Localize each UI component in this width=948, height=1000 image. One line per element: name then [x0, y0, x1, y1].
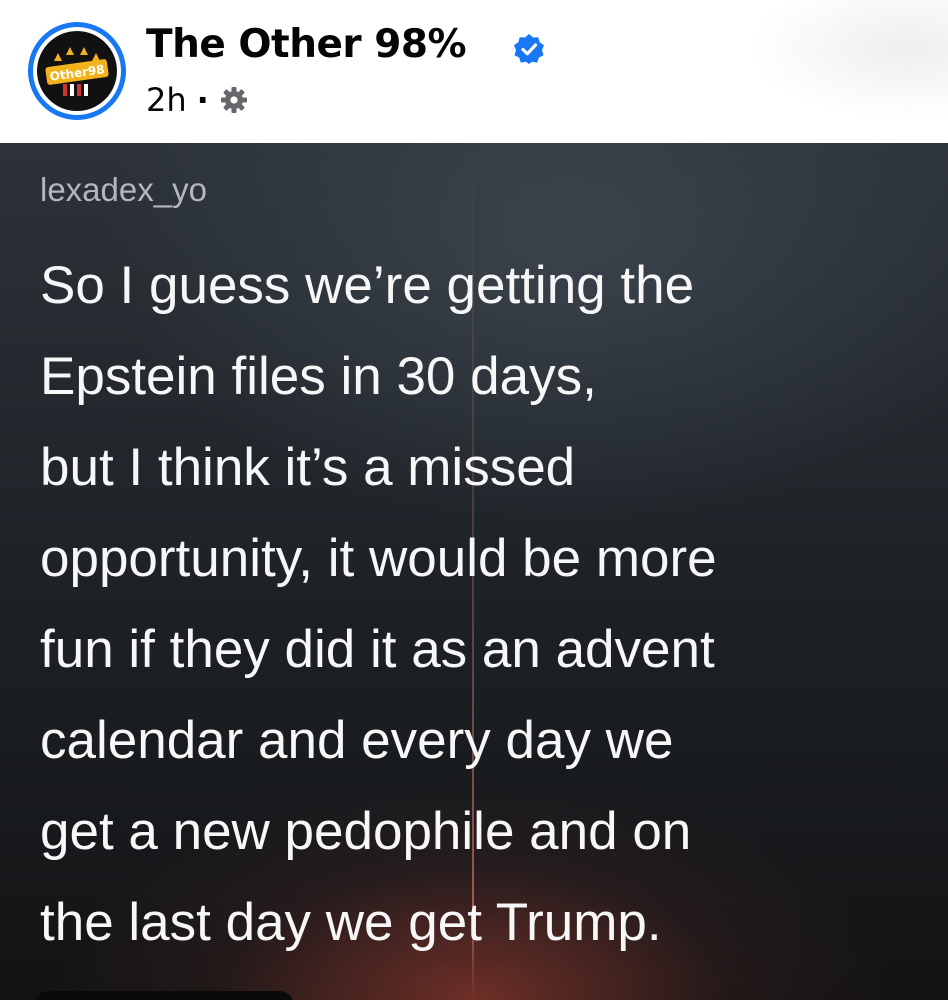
post-image[interactable]: lexadex_yo So I guess we’re getting the … — [0, 143, 948, 1000]
page-avatar[interactable]: Other98 — [28, 22, 126, 120]
quoted-username: lexadex_yo — [40, 171, 207, 208]
avatar-ring: Other98 — [33, 27, 121, 115]
page-name[interactable]: The Other 98% — [146, 22, 467, 67]
avatar-logo: Other98 — [37, 31, 117, 111]
post-header: Other98 The Other 98% 2h · — [0, 0, 948, 143]
other98-logo: Other98 — [45, 47, 109, 96]
post-meta: 2h · — [146, 80, 249, 120]
header-background-fade — [748, 0, 948, 120]
bottom-overlay-pill — [34, 991, 294, 1000]
audience-gear-icon[interactable] — [219, 85, 249, 115]
verified-badge-icon — [514, 34, 544, 64]
meta-separator: · — [196, 81, 209, 119]
quoted-text: So I guess we’re getting the Epstein fil… — [40, 256, 717, 952]
post-timestamp[interactable]: 2h — [146, 81, 187, 119]
